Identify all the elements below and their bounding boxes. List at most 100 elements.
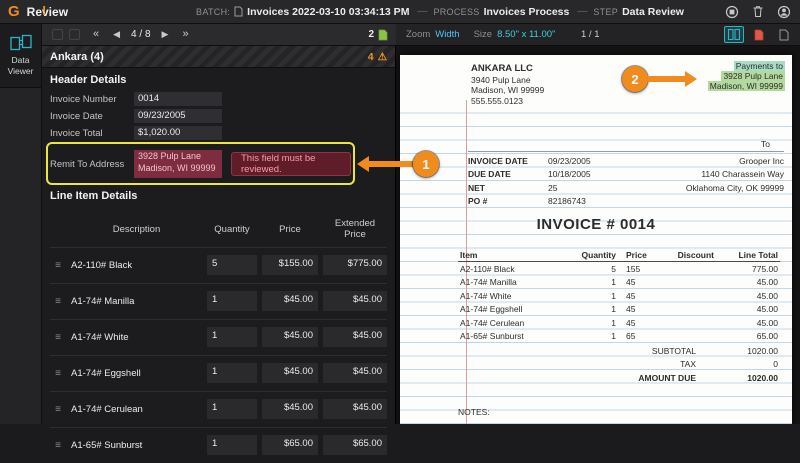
bill-to-line: Grooper Inc bbox=[739, 155, 784, 166]
image-page-icon[interactable] bbox=[774, 26, 794, 43]
description-cell[interactable]: A1-74# Manilla bbox=[71, 296, 202, 307]
extended-price-cell[interactable]: $45.00 bbox=[323, 327, 387, 348]
price-cell[interactable]: $45.00 bbox=[262, 363, 318, 384]
remit-to-address-input[interactable]: 3928 Pulp Lane Madison, WI 99999 bbox=[134, 150, 222, 178]
folder-title: Ankara (4) bbox=[50, 50, 104, 63]
quantity-cell[interactable]: 1 bbox=[207, 399, 257, 420]
quantity-cell: 1 bbox=[611, 317, 616, 328]
description-cell[interactable]: A1-74# Cerulean bbox=[71, 404, 202, 415]
extended-price-cell[interactable]: $45.00 bbox=[323, 291, 387, 312]
quantity-cell: 1 bbox=[611, 277, 616, 288]
price-cell[interactable]: $45.00 bbox=[262, 399, 318, 420]
price-cell: 155 bbox=[626, 263, 641, 274]
quantity-cell[interactable]: 1 bbox=[207, 327, 257, 348]
meta-value: 10/18/2005 bbox=[548, 169, 591, 180]
app-title: Review bbox=[26, 4, 69, 19]
table-row: ≡ A1-65# Sunburst 1 $65.00 $65.00 bbox=[50, 426, 387, 463]
invoice-items-table: Item Quantity Price Discount Line Total … bbox=[458, 249, 780, 343]
folder-header[interactable]: Ankara (4) 4 ⚠ bbox=[42, 46, 395, 68]
row-drag-handle-icon[interactable]: ≡ bbox=[50, 296, 66, 307]
zoom-mode-dropdown[interactable]: Width bbox=[435, 29, 459, 40]
line-item-table-header: Description Quantity Price Extended Pric… bbox=[50, 214, 387, 247]
quantity-cell[interactable]: 1 bbox=[207, 435, 257, 456]
row-drag-handle-icon[interactable]: ≡ bbox=[50, 368, 66, 379]
extended-price-cell[interactable]: $45.00 bbox=[323, 399, 387, 420]
price-cell[interactable]: $45.00 bbox=[262, 327, 318, 348]
batch-label: BATCH: bbox=[196, 6, 231, 17]
description-cell[interactable]: A1-74# Eggshell bbox=[71, 368, 202, 379]
layout-view-button[interactable] bbox=[724, 26, 744, 43]
document-viewer[interactable]: ANKARA LLC 3940 Pulp Lane Madison, WI 99… bbox=[396, 46, 800, 424]
payments-address-line1: 3928 Pulp Lane bbox=[721, 71, 785, 81]
alert-badge: ! bbox=[42, 3, 47, 18]
invoice-table-row: A1-74# White 1 45 45.00 bbox=[458, 289, 780, 303]
price-cell[interactable]: $45.00 bbox=[262, 291, 318, 312]
invoice-table-row: A1-74# Eggshell 1 45 45.00 bbox=[458, 303, 780, 317]
invoice-total-input[interactable]: $1,020.00 bbox=[134, 126, 222, 140]
company-name: ANKARA LLC bbox=[471, 63, 533, 74]
document-count-group: 2 bbox=[368, 29, 388, 41]
field-review-message: This field must be reviewed. bbox=[231, 152, 351, 176]
extended-price-cell[interactable]: $775.00 bbox=[323, 255, 387, 276]
invoice-number-input[interactable]: 0014 bbox=[134, 92, 222, 106]
meta-label: NET bbox=[468, 182, 485, 193]
subtotal-row: SUBTOTAL 1020.00 bbox=[602, 344, 778, 358]
description-cell[interactable]: A1-74# White bbox=[71, 332, 202, 343]
row-drag-handle-icon[interactable]: ≡ bbox=[50, 404, 66, 415]
pdf-export-icon[interactable] bbox=[749, 26, 769, 43]
price-cell[interactable]: $65.00 bbox=[262, 435, 318, 456]
extended-price-cell[interactable]: $45.00 bbox=[323, 363, 387, 384]
extended-price-cell[interactable]: $65.00 bbox=[323, 435, 387, 456]
quantity-cell[interactable]: 1 bbox=[207, 291, 257, 312]
data-entry-panel: Ankara (4) 4 ⚠ Header Details Invoice Nu… bbox=[42, 46, 439, 456]
quantity-cell[interactable]: 5 bbox=[207, 255, 257, 276]
tax-value: 0 bbox=[773, 359, 778, 370]
description-cell[interactable]: A1-65# Sunburst bbox=[71, 440, 202, 451]
warning-icon: ⚠ bbox=[377, 50, 387, 63]
step-label: STEP bbox=[593, 6, 619, 17]
sidebar-tab-data-viewer[interactable]: Data Viewer bbox=[0, 24, 41, 88]
stop-review-icon[interactable] bbox=[724, 4, 740, 20]
line-total-cell: 45.00 bbox=[756, 317, 778, 328]
subtotal-value: 1020.00 bbox=[747, 345, 778, 356]
collapse-panel-icon[interactable] bbox=[69, 29, 80, 40]
document-page-indicator: 4 / 8 bbox=[131, 29, 151, 40]
row-drag-handle-icon[interactable]: ≡ bbox=[50, 260, 66, 271]
expand-panel-icon[interactable] bbox=[52, 29, 63, 40]
row-drag-handle-icon[interactable]: ≡ bbox=[50, 332, 66, 343]
line-total-cell: 45.00 bbox=[756, 290, 778, 301]
quantity-cell[interactable]: 1 bbox=[207, 363, 257, 384]
invoice-totals: SUBTOTAL 1020.00 TAX 0 AMOUNT DUE 1020.0… bbox=[602, 344, 778, 385]
page-size-value[interactable]: 8.50" x 11.00" bbox=[497, 29, 555, 40]
field-label: Invoice Date bbox=[50, 110, 103, 122]
description-cell[interactable]: A2-110# Black bbox=[71, 260, 202, 271]
batch-breadcrumb: BATCH: Invoices 2022-03-10 03:34:13 PM —… bbox=[196, 6, 692, 18]
last-document-button[interactable]: » bbox=[182, 29, 188, 40]
separator: — bbox=[577, 6, 588, 17]
next-document-button[interactable]: ▶ bbox=[162, 30, 169, 39]
batch-name: Invoices 2022-03-10 03:34:13 PM bbox=[247, 5, 410, 18]
app-logo-icon: G bbox=[8, 3, 20, 20]
meta-row: INVOICE DATE 09/23/2005 Grooper Inc bbox=[468, 154, 784, 168]
company-phone: 555.555.0123 bbox=[471, 95, 523, 106]
price-cell[interactable]: $155.00 bbox=[262, 255, 318, 276]
previous-document-button[interactable]: ◀ bbox=[113, 30, 120, 39]
line-item-details-title: Line Item Details bbox=[50, 190, 138, 202]
invoice-page-image[interactable]: ANKARA LLC 3940 Pulp Lane Madison, WI 99… bbox=[400, 55, 792, 424]
quantity-cell: 5 bbox=[611, 263, 616, 274]
callout-arrow-shaft bbox=[648, 76, 685, 82]
invoice-date-input[interactable]: 09/23/2005 bbox=[134, 109, 222, 123]
row-drag-handle-icon[interactable]: ≡ bbox=[50, 440, 66, 451]
subtotal-label: SUBTOTAL bbox=[651, 345, 696, 356]
panel-body: Header Details Invoice Number 0014 Invoi… bbox=[42, 68, 439, 463]
table-row: ≡ A1-74# Eggshell 1 $45.00 $45.00 bbox=[50, 354, 387, 391]
field-row-invoice-total: Invoice Total $1,020.00 bbox=[50, 126, 387, 140]
trash-icon[interactable] bbox=[750, 4, 766, 20]
field-row-remit-to-address: Remit To Address 3928 Pulp Lane Madison,… bbox=[46, 142, 439, 185]
user-icon[interactable] bbox=[776, 4, 792, 20]
line-total-cell: 775.00 bbox=[752, 263, 778, 274]
table-row: ≡ A1-74# White 1 $45.00 $45.00 bbox=[50, 318, 387, 355]
line-total-cell: 45.00 bbox=[756, 277, 778, 288]
first-document-button[interactable]: « bbox=[93, 29, 99, 40]
company-address-line1: 3940 Pulp Lane bbox=[471, 74, 531, 85]
